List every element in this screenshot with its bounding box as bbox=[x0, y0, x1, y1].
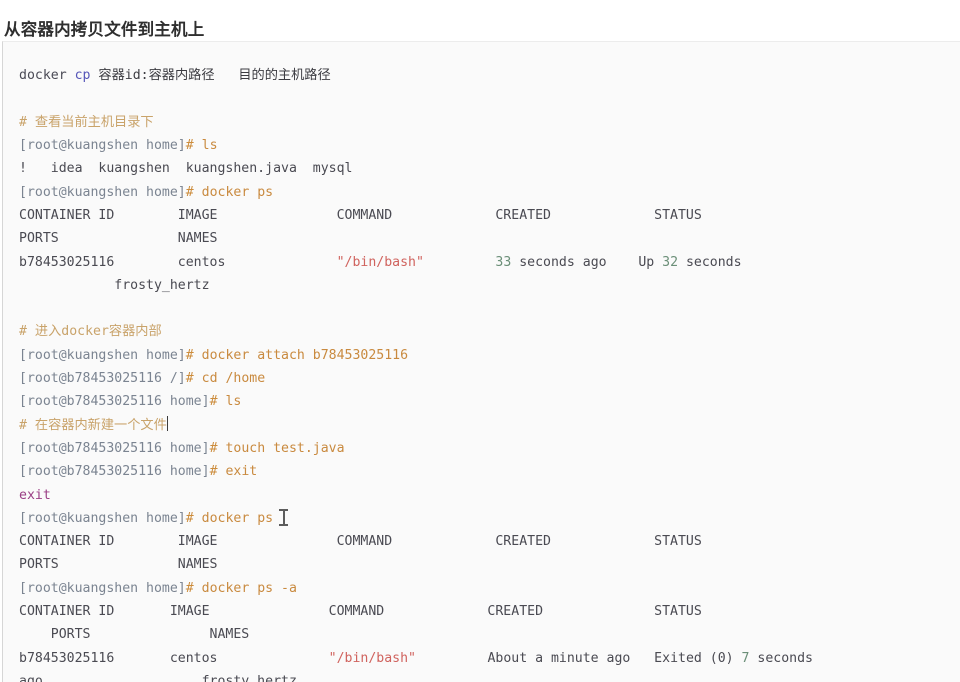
code-token: # bbox=[185, 580, 194, 596]
code-line-comment-host-dir: # 查看当前主机目录下 bbox=[3, 111, 960, 134]
text-caret bbox=[166, 415, 168, 431]
code-line-ps2-header-1: CONTAINER ID IMAGE COMMAND CREATED STATU… bbox=[3, 530, 960, 553]
code-token: # bbox=[209, 440, 218, 456]
code-token: [root@b78453025116 /] bbox=[19, 371, 186, 387]
code-line-out-exit-echo: exit bbox=[3, 484, 960, 507]
code-line-cmd-ls: [root@kuangshen home]# ls bbox=[3, 134, 960, 157]
page-root: 从容器内拷贝文件到主机上 docker cp 容器id:容器内路径 目的的主机路… bbox=[0, 0, 960, 682]
code-token: About a minute ago Exited (0) bbox=[416, 650, 742, 666]
code-line-cmd-docker-ps-2: [root@kuangshen home]# docker ps bbox=[3, 507, 960, 530]
code-line-comment-new-file: # 在容器内新建一个文件 bbox=[3, 414, 960, 437]
code-token: cp bbox=[74, 68, 91, 84]
code-token: ago frosty_hertz bbox=[19, 673, 297, 682]
code-line-ps3-header-1: CONTAINER ID IMAGE COMMAND CREATED STATU… bbox=[3, 600, 960, 623]
code-token: ! idea kuangshen kuangshen.java mysql bbox=[19, 161, 353, 177]
code-token: CONTAINER ID IMAGE COMMAND CREATED STATU… bbox=[19, 604, 702, 620]
code-token: 33 bbox=[495, 254, 512, 270]
code-line-cmd-cd-home: [root@b78453025116 /]# cd /home bbox=[3, 367, 960, 390]
code-token: PORTS NAMES bbox=[19, 557, 218, 573]
code-line-ps1-header-1: CONTAINER ID IMAGE COMMAND CREATED STATU… bbox=[3, 204, 960, 227]
code-line-cmd-docker-ps-1: [root@kuangshen home]# docker ps bbox=[3, 181, 960, 204]
code-token: # bbox=[209, 394, 218, 410]
code-token: touch test.java bbox=[217, 440, 345, 456]
code-line-blank-2 bbox=[3, 297, 960, 320]
code-token: # bbox=[209, 464, 218, 480]
code-token: [root@b78453025116 home] bbox=[19, 440, 210, 456]
page-title: 从容器内拷贝文件到主机上 bbox=[4, 20, 205, 39]
code-token: docker ps -a bbox=[193, 580, 297, 596]
code-token: cd /home bbox=[193, 371, 266, 387]
code-token: exit bbox=[19, 487, 51, 503]
code-token: # bbox=[185, 184, 194, 200]
code-token: [root@kuangshen home] bbox=[19, 347, 186, 363]
code-token: # 在容器内新建一个文件 bbox=[19, 417, 167, 433]
code-token: # bbox=[185, 371, 194, 387]
code-token: docker ps bbox=[193, 184, 274, 200]
code-line-ps1-header-2: PORTS NAMES bbox=[3, 227, 960, 250]
code-token: # 进入docker容器内部 bbox=[19, 324, 162, 340]
code-token: CONTAINER ID IMAGE COMMAND CREATED STATU… bbox=[19, 207, 702, 223]
code-token: docker ps bbox=[193, 510, 274, 526]
code-line-ps3-row-2: ago frosty_hertz bbox=[3, 670, 960, 682]
code-line-ps3-row-1: b78453025116 centos "/bin/bash" About a … bbox=[3, 647, 960, 670]
code-line-cmd-touch: [root@b78453025116 home]# touch test.jav… bbox=[3, 437, 960, 460]
code-token: PORTS NAMES bbox=[19, 231, 218, 247]
code-token: # bbox=[185, 347, 194, 363]
code-line-cmd-ls-inside: [root@b78453025116 home]# ls bbox=[3, 390, 960, 413]
code-token: b78453025116 centos bbox=[19, 650, 329, 666]
code-token: seconds ago Up bbox=[511, 254, 663, 270]
code-token: PORTS NAMES bbox=[19, 627, 250, 643]
code-token: [root@kuangshen home] bbox=[19, 580, 186, 596]
code-token: exit bbox=[217, 464, 258, 480]
code-line-blank-1 bbox=[3, 87, 960, 110]
code-token: [root@b78453025116 home] bbox=[19, 464, 210, 480]
code-token: [root@kuangshen home] bbox=[19, 184, 186, 200]
code-line-cmd-exit: [root@b78453025116 home]# exit bbox=[3, 460, 960, 483]
code-line-cmd-docker-ps-a: [root@kuangshen home]# docker ps -a bbox=[3, 577, 960, 600]
code-token: ls bbox=[217, 394, 242, 410]
code-line-ps2-header-2: PORTS NAMES bbox=[3, 553, 960, 576]
code-token: seconds bbox=[678, 254, 742, 270]
code-token: [root@kuangshen home] bbox=[19, 138, 186, 154]
code-token: 32 bbox=[662, 254, 679, 270]
code-token: 容器id:容器内路径 目的的主机路径 bbox=[90, 68, 331, 84]
code-token: CONTAINER ID IMAGE COMMAND CREATED STATU… bbox=[19, 534, 702, 550]
code-token: # 查看当前主机目录下 bbox=[19, 114, 154, 130]
code-block[interactable]: docker cp 容器id:容器内路径 目的的主机路径 # 查看当前主机目录下… bbox=[2, 41, 960, 682]
code-token: # bbox=[185, 510, 194, 526]
code-token: frosty_hertz bbox=[19, 277, 210, 293]
code-token: [root@b78453025116 home] bbox=[19, 394, 210, 410]
code-line-ps3-header-2: PORTS NAMES bbox=[3, 623, 960, 646]
code-token: "/bin/bash" bbox=[336, 254, 424, 270]
code-line-cmd-docker-attach: [root@kuangshen home]# docker attach b78… bbox=[3, 344, 960, 367]
code-token: b78453025116 centos bbox=[19, 254, 337, 270]
code-line-out-ls: ! idea kuangshen kuangshen.java mysql bbox=[3, 157, 960, 180]
code-line-ps1-row-2: frosty_hertz bbox=[3, 274, 960, 297]
code-token: "/bin/bash" bbox=[328, 650, 416, 666]
code-token: [root@kuangshen home] bbox=[19, 510, 186, 526]
code-line-comment-enter-container: # 进入docker容器内部 bbox=[3, 320, 960, 343]
code-line-ps1-row-1: b78453025116 centos "/bin/bash" 33 secon… bbox=[3, 251, 960, 274]
code-line-syntax-line: docker cp 容器id:容器内路径 目的的主机路径 bbox=[3, 64, 960, 87]
code-token: docker bbox=[19, 68, 75, 84]
code-token: docker attach b78453025116 bbox=[193, 347, 409, 363]
code-token: ls bbox=[193, 138, 218, 154]
code-content[interactable]: docker cp 容器id:容器内路径 目的的主机路径 # 查看当前主机目录下… bbox=[3, 55, 960, 682]
code-token: seconds bbox=[749, 650, 814, 666]
code-token: # bbox=[185, 138, 194, 154]
